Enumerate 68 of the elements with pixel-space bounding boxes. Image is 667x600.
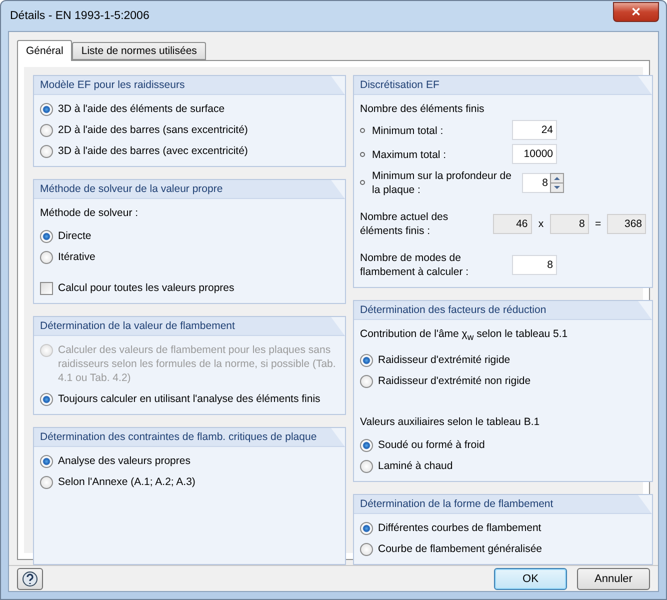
tab[interactable]: Liste de normes utilisées (72, 42, 206, 60)
radio-button[interactable] (40, 393, 53, 406)
bullet-icon (360, 128, 365, 132)
radio-label: Itérative (58, 250, 96, 264)
radio-label: Raidisseur d'extrémité rigide (378, 353, 510, 368)
field-label: Nombre de modes de flambement à calculer : (360, 251, 470, 279)
field-label: Minimum sur la profondeur de la plaque : (372, 169, 512, 197)
readonly-field: 46 (493, 214, 532, 234)
group-label: Contribution de l'âme χ$_{w}$ selon le tableau 5.1 (360, 327, 568, 344)
radio-label: Laminé à chaud (378, 459, 453, 474)
radio-label: Raidisseur d'extrémité non rigide (378, 374, 531, 388)
spin-field[interactable]: 8 (522, 172, 646, 192)
number-field[interactable]: 8 (512, 254, 557, 274)
radio-label: Toujours calculer en utilisant l'analyse des éléments finis (58, 392, 320, 406)
radio-label: Analyse des valeurs propres (58, 454, 190, 468)
radio-button[interactable] (360, 543, 373, 556)
tab[interactable]: Général (17, 40, 72, 61)
field-label: Minimum total : (372, 124, 444, 138)
radio-label: 3D à l'aide des barres (avec excentricité) (58, 144, 248, 158)
radio-button[interactable] (40, 103, 53, 116)
group-label: Méthode de solveur : (40, 206, 138, 220)
radio-button[interactable] (360, 354, 373, 368)
group-title: Modèle EF pour les raidisseurs (34, 76, 345, 95)
group-title: Méthode de solveur de la valeur propre (34, 180, 345, 199)
bullet-icon (360, 180, 365, 185)
group-title: Détermination des contraintes de flamb. critiques de plaque (34, 428, 345, 447)
radio-label: Calculer des valeurs de flambement pour les plaques sans raidisseurs selon les formules de la norme, si possible (Tab. 4.1 ou Tab. 4.2) (58, 343, 337, 385)
radio-button[interactable] (40, 476, 53, 489)
times-sign: x (537, 218, 545, 230)
dialog-button[interactable]: Annuler (577, 568, 650, 590)
radio-button[interactable] (40, 124, 53, 137)
bullet-icon (360, 152, 365, 156)
help-button[interactable] (17, 568, 43, 590)
number-field[interactable]: 24 (512, 120, 557, 140)
spinner-arrows-icon[interactable] (550, 172, 564, 192)
radio-button[interactable] (40, 251, 53, 264)
radio-button[interactable] (40, 455, 53, 468)
radio-label: Soudé ou formé à froid (378, 438, 485, 452)
group-label: Valeurs auxiliaires selon le tableau B.1 (360, 415, 540, 430)
radio-label: Selon l'Annexe (A.1; A.2; A.3) (58, 475, 196, 489)
group-title: Discrétisation EF (354, 76, 652, 95)
radio-button[interactable] (360, 522, 373, 536)
radio-button[interactable] (360, 375, 373, 388)
group-label: Nombre des éléments finis (360, 102, 484, 116)
checkbox[interactable] (40, 282, 53, 295)
radio-label: Directe (58, 229, 92, 243)
equals-sign: = (594, 218, 602, 230)
radio-button[interactable] (40, 230, 53, 243)
radio-button[interactable] (360, 460, 373, 474)
radio-label: 3D à l'aide des éléments de surface (58, 102, 225, 116)
radio-label: Différentes courbes de flambement (378, 521, 542, 536)
close-button[interactable]: ✕ (613, 2, 659, 22)
radio-label: Courbe de flambement généralisée (378, 542, 542, 556)
checkbox-label: Calcul pour toutes les valeurs propres (58, 281, 234, 295)
number-field[interactable]: 10000 (512, 144, 557, 164)
group-title: Détermination de la valeur de flambement (34, 317, 345, 336)
window-title: Détails - EN 1993-1-5:2006 (9, 10, 150, 22)
radio-button[interactable] (360, 439, 373, 452)
field-label: Nombre actuel des éléments finis : (360, 210, 450, 238)
radio-label: 2D à l'aide des barres (sans excentricité) (58, 123, 248, 137)
dialog-button[interactable]: OK (494, 568, 567, 590)
group-title: Détermination des facteurs de réduction (354, 301, 652, 320)
field-label: Maximum total : (372, 148, 448, 162)
group-title: Détermination de la forme de flambement (354, 495, 652, 514)
radio-button[interactable] (40, 145, 53, 158)
help-icon (22, 570, 38, 586)
readonly-field: 8 (550, 214, 589, 234)
readonly-field: 368 (607, 214, 646, 234)
